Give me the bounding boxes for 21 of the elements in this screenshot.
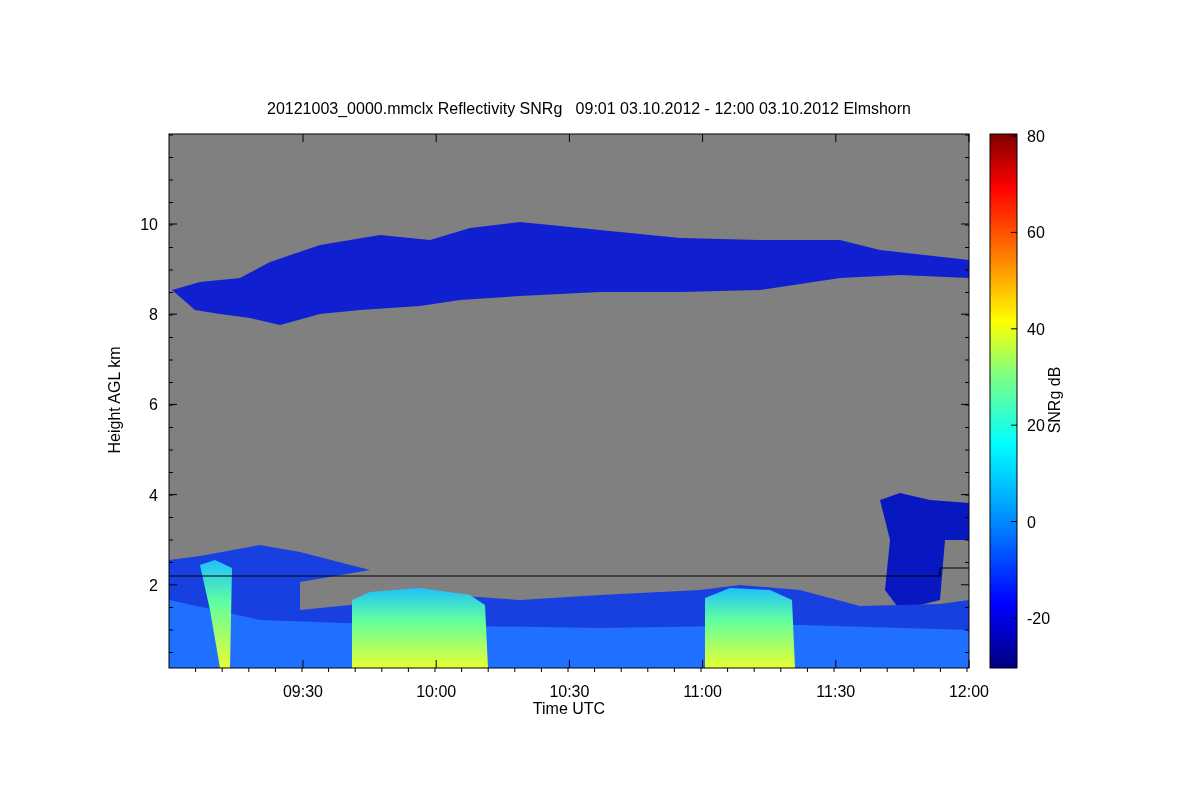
tick-label: 12:00 (949, 683, 989, 700)
tick-label: 8 (149, 306, 158, 324)
axis-title: SNRg dB (1046, 366, 1063, 434)
tick-label: 40 (1027, 320, 1045, 338)
tick-label: 20 (1027, 417, 1045, 435)
tick-label: 10:00 (416, 683, 457, 700)
chart-title: 20121003_0000.mmclx Reflectivity SNRg 09:01 03.10.2012 - 12:00 03.10.2012 Elmshorn (267, 100, 911, 117)
tick-label: 60 (1027, 224, 1045, 242)
tick-label: 11:00 (683, 683, 723, 700)
tick-label: 80 (1027, 128, 1045, 145)
tick-label: 6 (149, 396, 158, 414)
tick-label: 11:30 (816, 683, 856, 700)
tick-label: 4 (149, 486, 158, 504)
axis-title: Time UTC (532, 700, 606, 717)
axis-title: Height AGL km (106, 346, 123, 454)
tick-label: 09:30 (283, 683, 323, 700)
tick-label: 10:30 (549, 683, 590, 700)
tick-label: 0 (1027, 513, 1036, 531)
tick-label: -20 (1027, 610, 1051, 627)
tick-label: 2 (149, 576, 158, 594)
tick-label: 10 (140, 216, 158, 233)
